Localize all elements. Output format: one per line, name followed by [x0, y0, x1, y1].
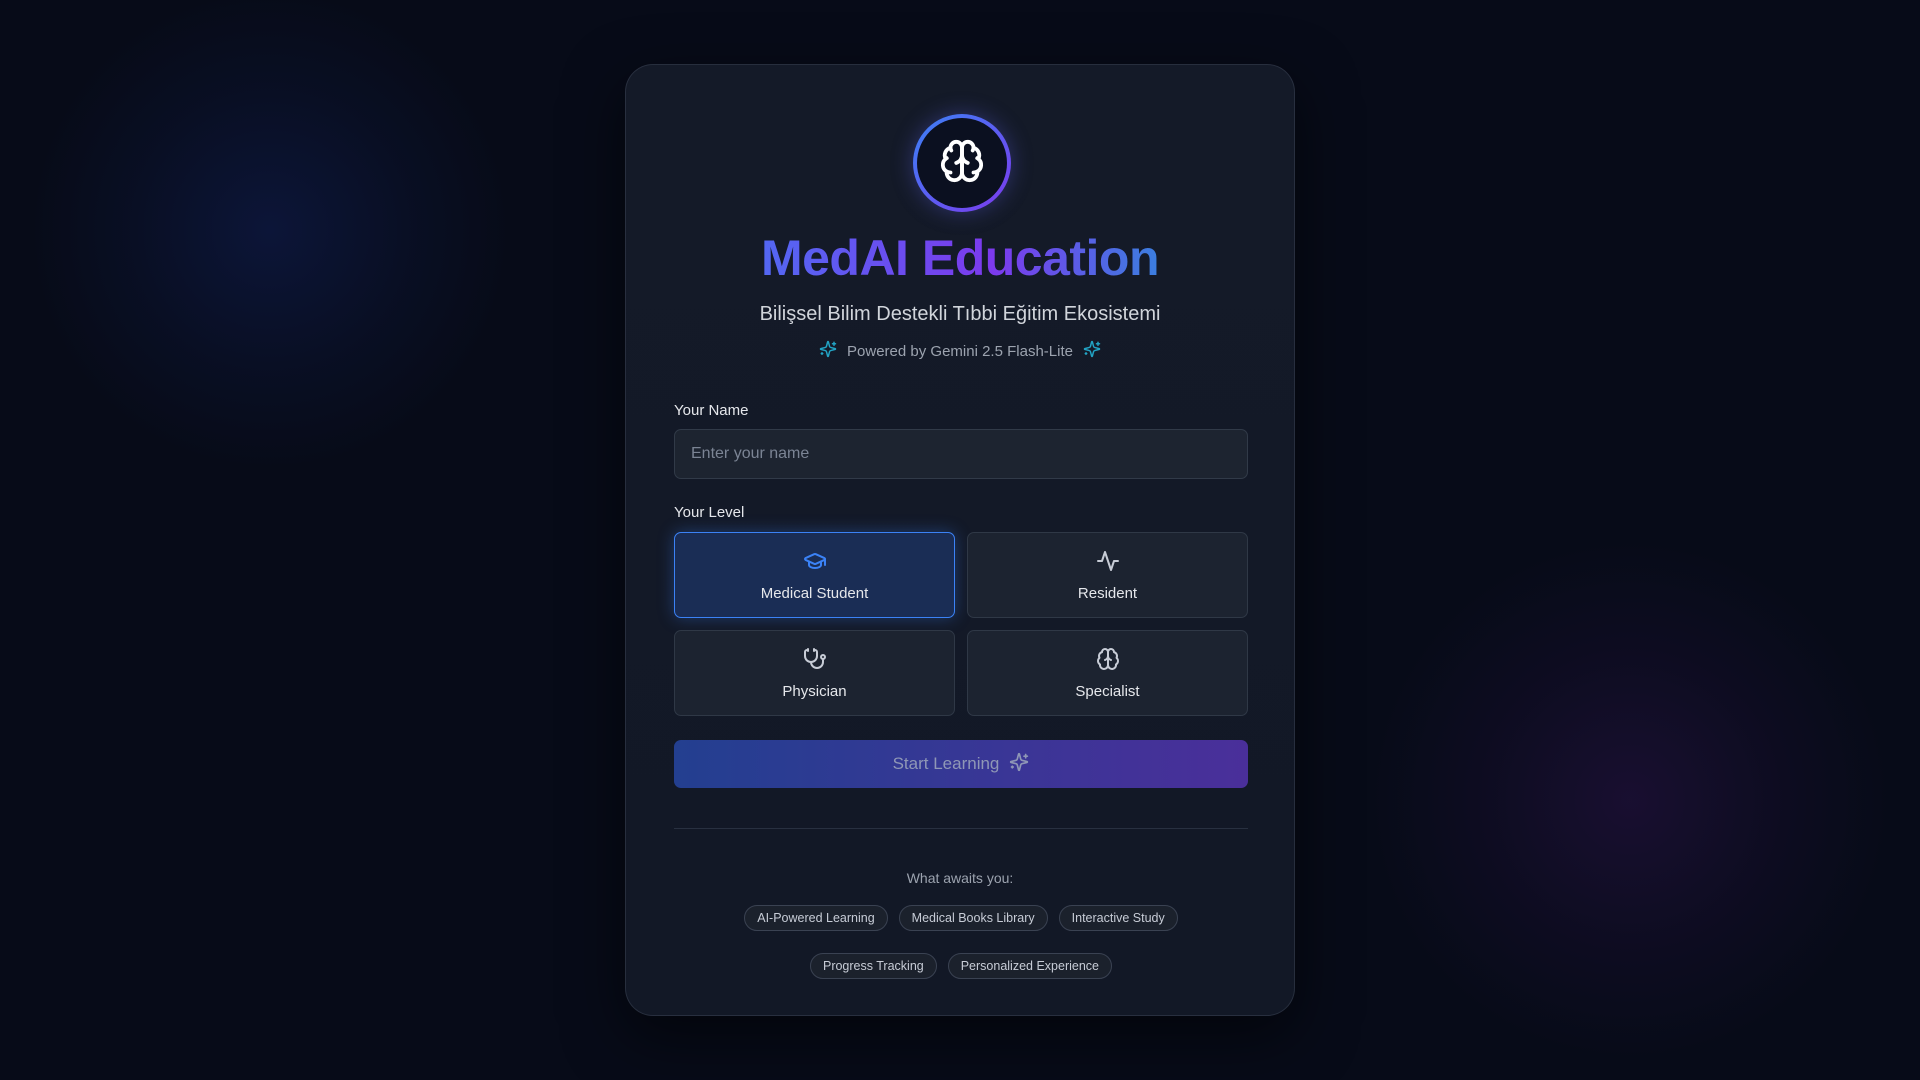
- feature-chip: Personalized Experience: [947, 953, 1112, 979]
- stethoscope-icon: [803, 647, 827, 675]
- level-option-label: Specialist: [1075, 682, 1140, 700]
- sparkles-icon: [819, 340, 837, 362]
- logo: [913, 114, 1011, 212]
- brain-icon: [1096, 647, 1120, 675]
- level-option-label: Resident: [1077, 584, 1138, 602]
- level-option-resident[interactable]: Resident: [967, 532, 1248, 618]
- start-learning-button[interactable]: Start Learning: [674, 740, 1248, 788]
- feature-chip: AI-Powered Learning: [744, 905, 888, 931]
- graduation-cap-icon: [803, 549, 827, 577]
- app-subtitle: Bilişsel Bilim Destekli Tıbbi Eğitim Eko…: [759, 303, 1161, 325]
- app-title: MedAI Education: [626, 228, 1294, 288]
- name-label: Your Name: [674, 402, 749, 419]
- level-option-physician[interactable]: Physician: [674, 630, 955, 716]
- feature-chip: Interactive Study: [1058, 905, 1178, 931]
- level-option-medical-student[interactable]: Medical Student: [674, 532, 955, 618]
- login-card: MedAI Education Bilişsel Bilim Destekli …: [625, 64, 1295, 1016]
- feature-chip: Medical Books Library: [898, 905, 1048, 931]
- powered-by-line: Powered by Gemini 2.5 Flash-Lite: [626, 340, 1294, 362]
- start-learning-label: Start Learning: [892, 754, 1000, 773]
- level-option-specialist[interactable]: Specialist: [967, 630, 1248, 716]
- level-option-label: Medical Student: [760, 584, 869, 602]
- name-input[interactable]: [674, 429, 1248, 479]
- divider: [674, 828, 1248, 829]
- level-option-label: Physician: [782, 682, 847, 700]
- sparkles-icon: [1009, 752, 1029, 777]
- activity-icon: [1096, 549, 1120, 577]
- level-label: Your Level: [674, 504, 745, 521]
- feature-chip: Progress Tracking: [809, 953, 937, 979]
- features-heading: What awaits you:: [906, 870, 1014, 886]
- brain-icon: [939, 138, 985, 189]
- sparkles-icon: [1083, 340, 1101, 362]
- feature-chips: AI-Powered Learning Medical Books Librar…: [674, 905, 1248, 979]
- powered-by-text: Powered by Gemini 2.5 Flash-Lite: [847, 342, 1073, 360]
